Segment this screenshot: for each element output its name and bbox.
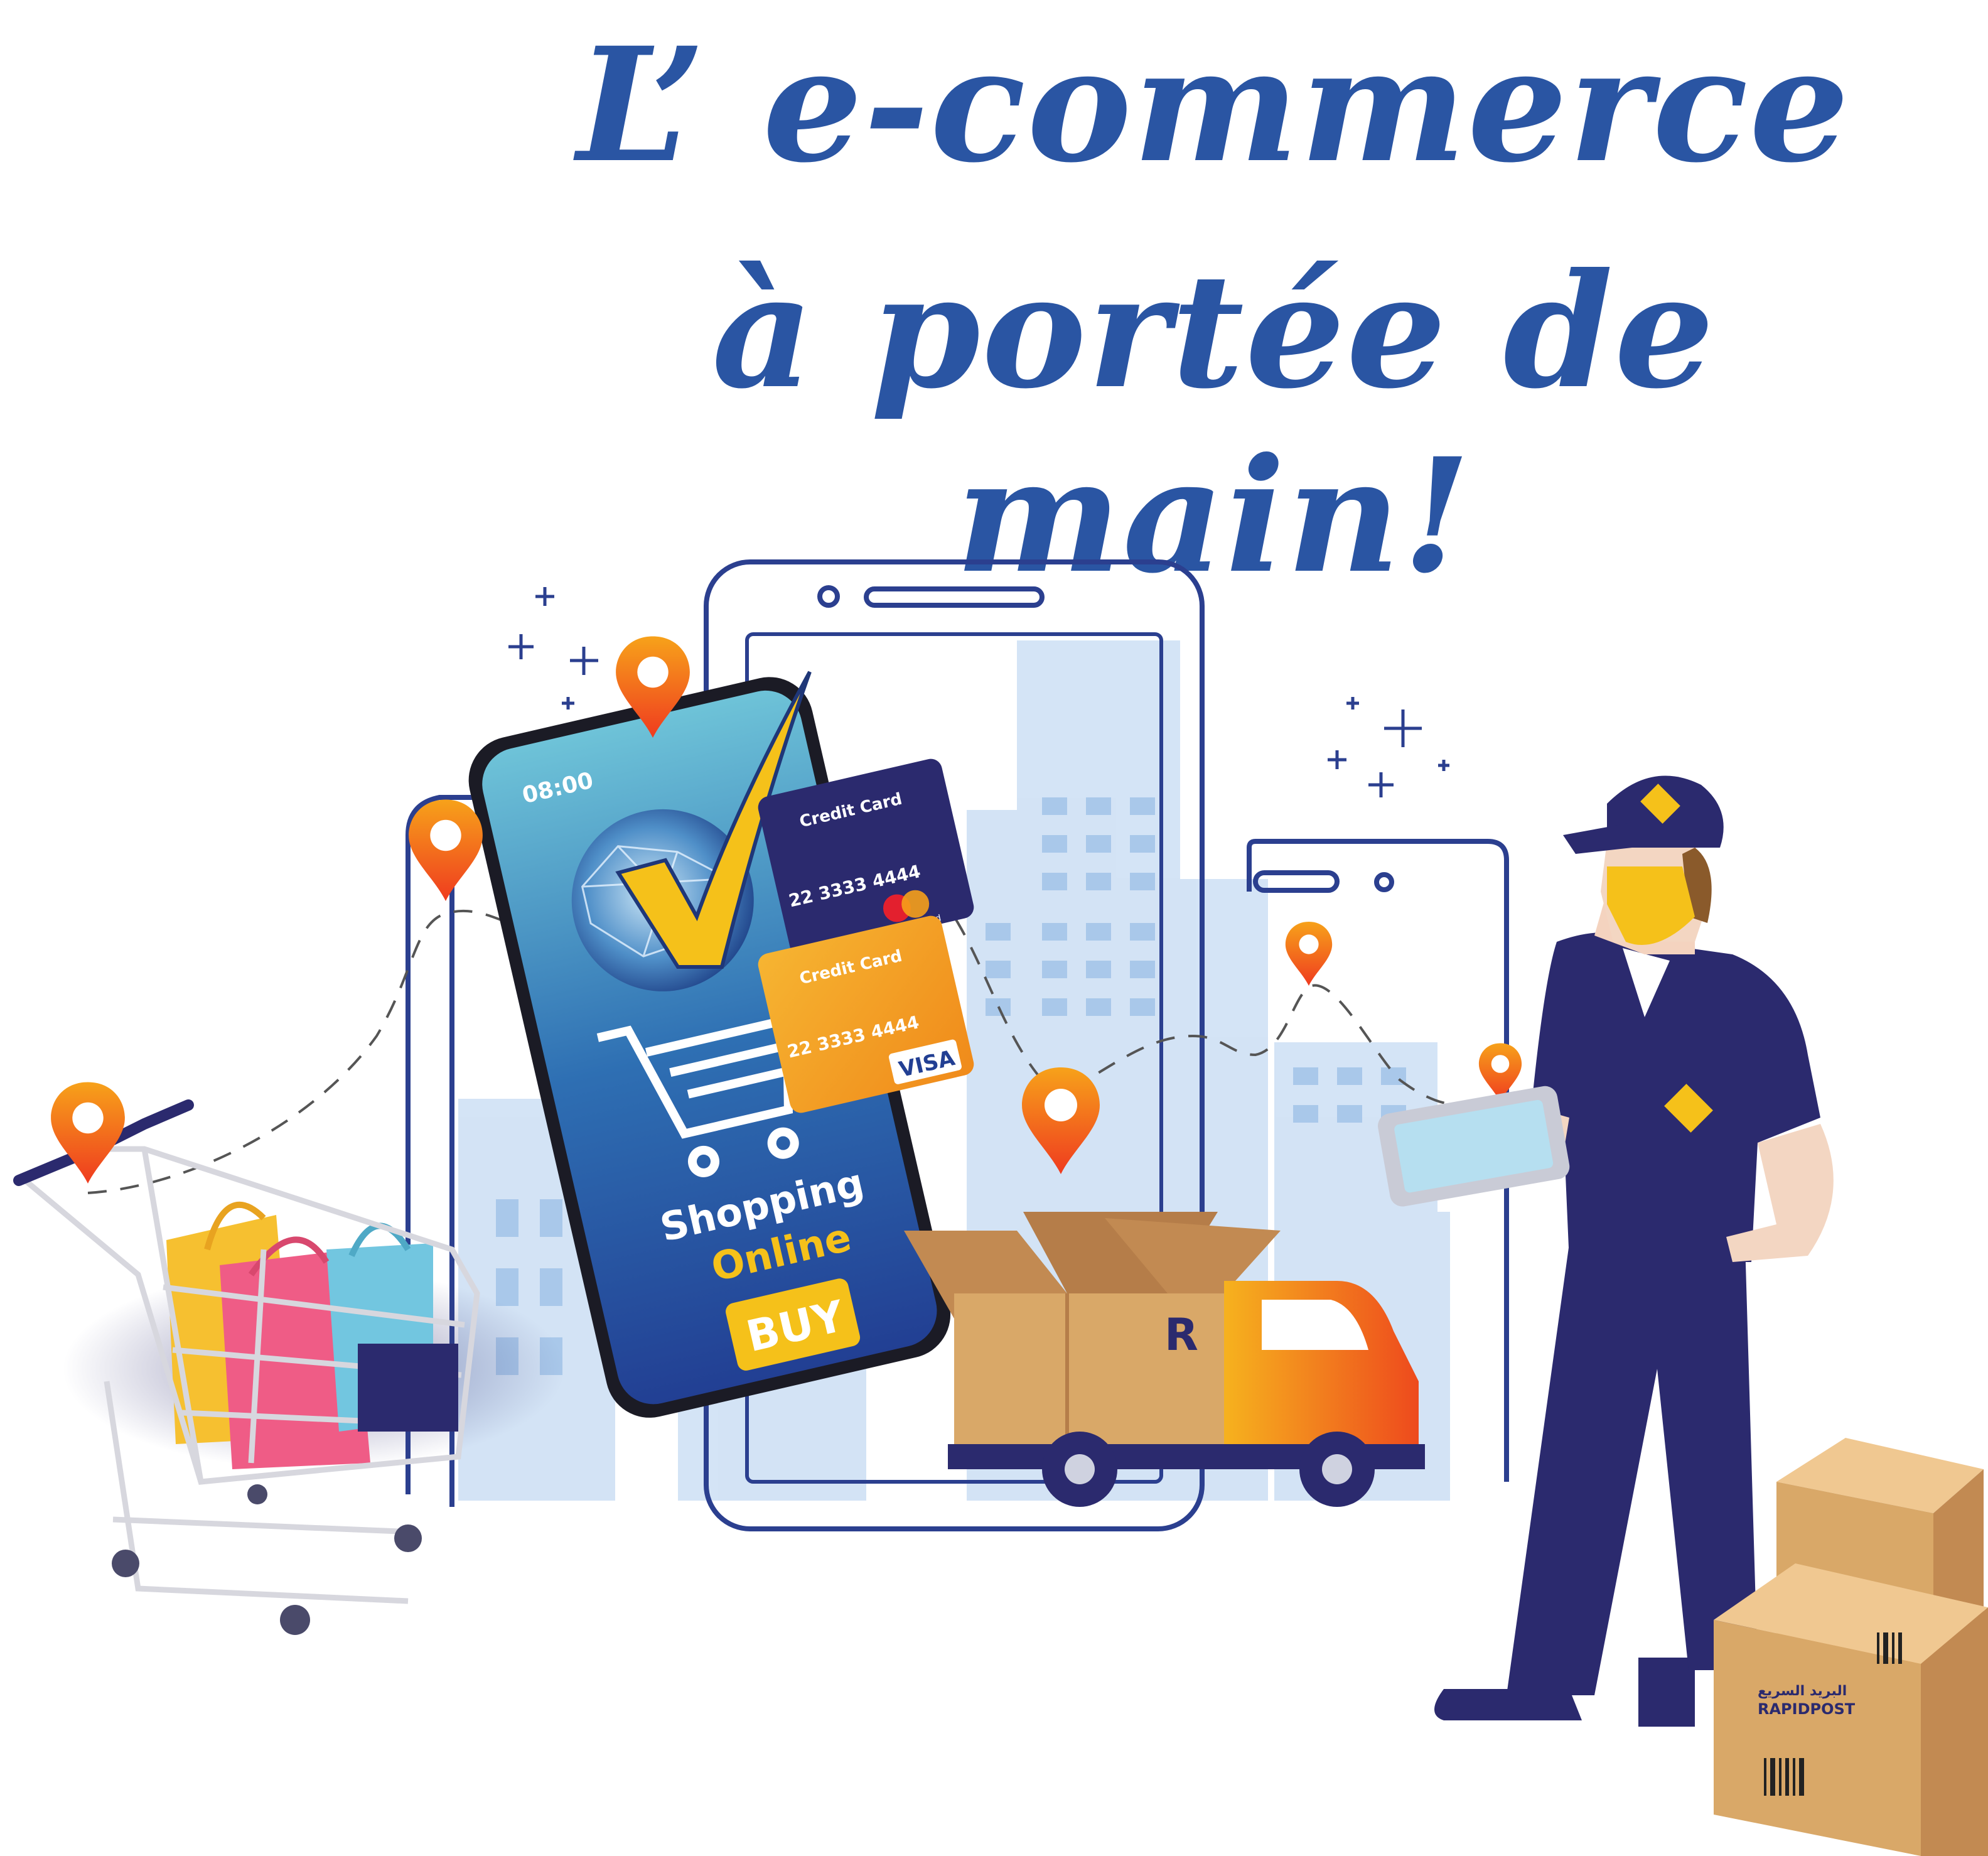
- truck-logo: R: [1164, 1309, 1198, 1361]
- parcel-stack: RAPIDPOST البريد السريع: [1714, 1438, 1988, 1856]
- parcel-brand-arabic: البريد السريع: [1758, 1683, 1847, 1699]
- ecommerce-illustration: 08:00 Shopping Online BUY Credit Card 22…: [13, 559, 1988, 1856]
- parcel-brand-latin: RAPIDPOST: [1758, 1700, 1856, 1718]
